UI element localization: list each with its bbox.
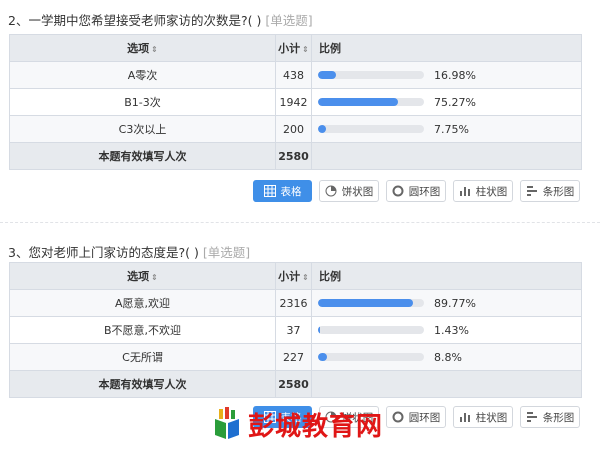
total-value: 2580 bbox=[275, 142, 312, 170]
ratio-cell: 1.43% bbox=[311, 316, 582, 344]
total-row: 本题有效填写人次 2580 bbox=[9, 142, 582, 170]
option-label: C无所谓 bbox=[9, 343, 276, 371]
option-count: 1942 bbox=[275, 88, 312, 116]
book-logo-icon bbox=[215, 407, 239, 439]
donut-chart-icon bbox=[392, 411, 404, 423]
ratio-bar-track bbox=[318, 326, 424, 335]
table-row: B1-3次 1942 75.27% bbox=[9, 88, 582, 116]
ratio-percent: 7.75% bbox=[434, 122, 469, 136]
sort-icon: ⇕ bbox=[302, 273, 309, 282]
ratio-bar-fill bbox=[318, 98, 398, 107]
table-row: A愿意,欢迎 2316 89.77% bbox=[9, 289, 582, 317]
donut-view-button[interactable]: 圆环图 bbox=[386, 180, 446, 202]
column-view-label: 柱状图 bbox=[475, 185, 508, 198]
table-row: A零次 438 16.98% bbox=[9, 61, 582, 89]
option-label: B不愿意,不欢迎 bbox=[9, 316, 276, 344]
ratio-bar-fill bbox=[318, 353, 328, 362]
result-table: 选项 ⇕ 小计 ⇕ 比例 A零次 438 16.98% B1-3次 1942 75.… bbox=[9, 34, 582, 170]
sort-icon: ⇕ bbox=[302, 45, 309, 54]
table-icon bbox=[263, 185, 276, 197]
total-empty-cell bbox=[311, 142, 582, 170]
ratio-bar-fill bbox=[318, 326, 321, 335]
bar-view-label: 条形图 bbox=[542, 411, 575, 424]
option-count: 227 bbox=[275, 343, 312, 371]
pie-view-label: 饼状图 bbox=[341, 185, 374, 198]
sort-icon: ⇕ bbox=[151, 273, 158, 282]
ratio-bar-track bbox=[318, 71, 424, 80]
table-view-button[interactable]: 表格 bbox=[253, 180, 312, 202]
ratio-percent: 75.27% bbox=[434, 95, 476, 109]
total-label: 本题有效填写人次 bbox=[9, 142, 276, 170]
ratio-percent: 8.8% bbox=[434, 350, 462, 364]
bar-view-button[interactable]: 条形图 bbox=[520, 406, 580, 428]
question-title: 2、一学期中您希望接受老师家访的次数是?( ) [单选题] bbox=[8, 10, 313, 29]
sort-icon: ⇕ bbox=[151, 45, 158, 54]
option-label: B1-3次 bbox=[9, 88, 276, 116]
total-value: 2580 bbox=[275, 370, 312, 398]
column-chart-icon bbox=[459, 413, 470, 422]
header-option[interactable]: 选项 ⇕ bbox=[9, 262, 276, 290]
ratio-cell: 16.98% bbox=[311, 61, 582, 89]
total-empty-cell bbox=[311, 370, 582, 398]
option-count: 438 bbox=[275, 61, 312, 89]
option-label: C3次以上 bbox=[9, 115, 276, 143]
ratio-bar-fill bbox=[318, 299, 414, 308]
total-row: 本题有效填写人次 2580 bbox=[9, 370, 582, 398]
option-count: 37 bbox=[275, 316, 312, 344]
result-table: 选项 ⇕ 小计 ⇕ 比例 A愿意,欢迎 2316 89.77% B不愿意,不欢迎 3… bbox=[9, 262, 582, 398]
ratio-percent: 1.43% bbox=[434, 323, 469, 337]
ratio-bar-fill bbox=[318, 71, 336, 80]
ratio-percent: 89.77% bbox=[434, 296, 476, 310]
ratio-cell: 7.75% bbox=[311, 115, 582, 143]
column-view-button[interactable]: 柱状图 bbox=[453, 406, 513, 428]
donut-view-label: 圆环图 bbox=[408, 411, 441, 424]
watermark-text: 彭城教育网 bbox=[248, 411, 384, 442]
ratio-bar-track bbox=[318, 125, 424, 134]
table-header-row: 选项 ⇕ 小计 ⇕ 比例 bbox=[9, 262, 582, 290]
ratio-cell: 8.8% bbox=[311, 343, 582, 371]
table-row: C3次以上 200 7.75% bbox=[9, 115, 582, 143]
ratio-bar-track bbox=[318, 98, 424, 107]
header-count[interactable]: 小计 ⇕ bbox=[275, 34, 312, 62]
header-count[interactable]: 小计 ⇕ bbox=[275, 262, 312, 290]
question-title: 3、您对老师上门家访的态度是?( ) [单选题] bbox=[8, 242, 250, 261]
ratio-bar-fill bbox=[318, 125, 327, 134]
ratio-percent: 16.98% bbox=[434, 68, 476, 82]
ratio-cell: 89.77% bbox=[311, 289, 582, 317]
header-option[interactable]: 选项 ⇕ bbox=[9, 34, 276, 62]
site-watermark: 彭城教育网 bbox=[212, 404, 383, 444]
question-text: 2、一学期中您希望接受老师家访的次数是?( ) bbox=[8, 13, 262, 28]
section-divider bbox=[0, 222, 600, 223]
ratio-cell: 75.27% bbox=[311, 88, 582, 116]
table-header-row: 选项 ⇕ 小计 ⇕ 比例 bbox=[9, 34, 582, 62]
donut-chart-icon bbox=[392, 185, 404, 197]
bar-chart-icon bbox=[526, 186, 537, 196]
option-label: A愿意,欢迎 bbox=[9, 289, 276, 317]
bar-chart-icon bbox=[526, 412, 537, 422]
option-label: A零次 bbox=[9, 61, 276, 89]
bar-view-label: 条形图 bbox=[542, 185, 575, 198]
pie-chart-icon bbox=[325, 185, 337, 197]
option-count: 2316 bbox=[275, 289, 312, 317]
total-label: 本题有效填写人次 bbox=[9, 370, 276, 398]
ratio-bar-track bbox=[318, 299, 424, 308]
donut-view-button[interactable]: 圆环图 bbox=[386, 406, 446, 428]
pie-view-button[interactable]: 饼状图 bbox=[319, 180, 379, 202]
donut-view-label: 圆环图 bbox=[408, 185, 441, 198]
header-ratio: 比例 bbox=[311, 262, 582, 290]
question-type: [单选题] bbox=[202, 245, 251, 260]
question-text: 3、您对老师上门家访的态度是?( ) bbox=[8, 245, 199, 260]
table-view-label: 表格 bbox=[280, 185, 302, 198]
column-view-label: 柱状图 bbox=[475, 411, 508, 424]
column-chart-icon bbox=[459, 187, 470, 196]
option-count: 200 bbox=[275, 115, 312, 143]
column-view-button[interactable]: 柱状图 bbox=[453, 180, 513, 202]
table-row: B不愿意,不欢迎 37 1.43% bbox=[9, 316, 582, 344]
bar-view-button[interactable]: 条形图 bbox=[520, 180, 580, 202]
header-ratio: 比例 bbox=[311, 34, 582, 62]
table-row: C无所谓 227 8.8% bbox=[9, 343, 582, 371]
ratio-bar-track bbox=[318, 353, 424, 362]
question-type: [单选题] bbox=[265, 13, 313, 28]
